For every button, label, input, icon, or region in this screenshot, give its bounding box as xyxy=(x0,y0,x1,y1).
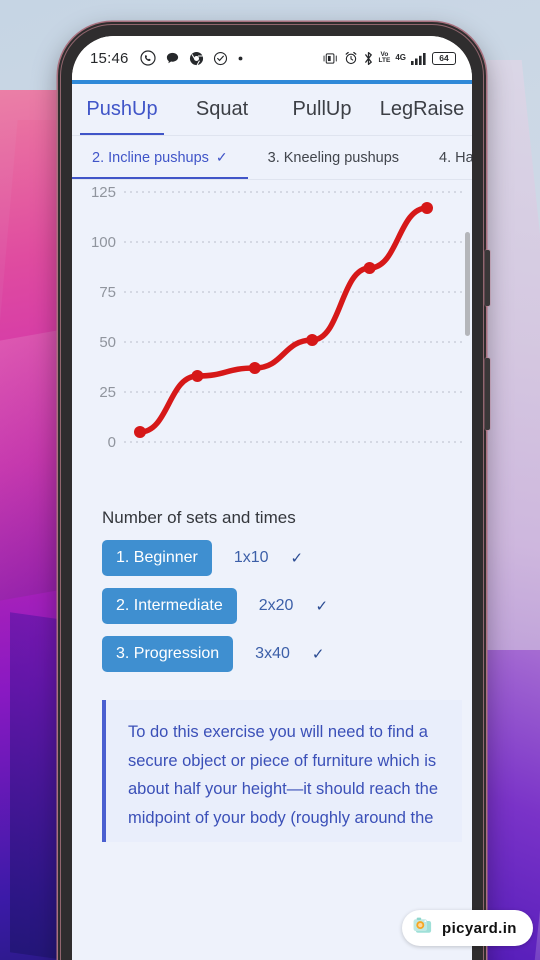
alarm-icon xyxy=(344,51,358,65)
chart-y-tick-label: 0 xyxy=(108,434,116,451)
camera-icon xyxy=(412,917,434,940)
tab-pushup[interactable]: PushUp xyxy=(72,84,172,135)
chart-y-axis-labels: 0 25 50 75 100 125 xyxy=(91,184,116,451)
chart-data-point[interactable] xyxy=(421,202,433,214)
power-button[interactable] xyxy=(485,358,490,430)
subtab-half-pushups-label: 4. Half pus xyxy=(439,149,472,166)
set-check-icon-intermediate: ✓ xyxy=(315,598,329,615)
phone-screen: 15:46 Vo LTE 4G 64 PushUp Squat PullUp L… xyxy=(72,36,472,960)
signal-bars-icon xyxy=(411,52,427,65)
chart-data-point[interactable] xyxy=(134,426,146,438)
chart-data-point[interactable] xyxy=(191,370,204,382)
dot-icon xyxy=(237,55,244,62)
tab-legraise-label: LegRaise xyxy=(379,98,465,120)
watermark-label: picyard.in xyxy=(442,919,517,937)
subtab-kneeling-pushups-label: 3. Kneeling pushups xyxy=(267,149,400,166)
set-value-intermediate: 2x20 xyxy=(258,597,294,614)
subtab-half-pushups[interactable]: 4. Half pus xyxy=(419,136,472,179)
sets-section-title: Number of sets and times xyxy=(102,508,296,527)
set-value-progression: 3x40 xyxy=(255,645,290,662)
volte-label-bottom: LTE xyxy=(378,57,391,64)
battery-icon: 64 xyxy=(432,51,456,65)
volume-button[interactable] xyxy=(485,250,490,306)
chart-y-tick-label: 100 xyxy=(91,234,116,251)
subtab-incline-pushups-label: 2. Incline pushups xyxy=(92,149,209,166)
set-check-icon-beginner: ✓ xyxy=(290,550,304,567)
subtab-incline-pushups[interactable]: 2. Incline pushups ✓ xyxy=(72,136,248,179)
set-row-progression: 3. Progression 3x40 ✓ xyxy=(72,624,472,672)
main-tab-bar: PushUp Squat PullUp LegRaise xyxy=(72,84,472,136)
chart-data-point[interactable] xyxy=(248,362,261,374)
chart-data-point[interactable] xyxy=(363,262,376,274)
whatsapp-icon xyxy=(139,50,156,66)
chrome-icon xyxy=(189,51,204,66)
progress-chart-svg: 0 25 50 75 100 125 xyxy=(91,184,464,451)
network-4g-icon: 4G xyxy=(395,53,406,62)
picyard-watermark: picyard.in xyxy=(402,910,533,946)
set-chip-intermediate[interactable]: 2. Intermediate xyxy=(102,588,237,624)
exercise-description-text: To do this exercise you will need to fin… xyxy=(128,723,439,827)
tab-pullup[interactable]: PullUp xyxy=(272,84,372,135)
chart-data-point[interactable] xyxy=(306,334,319,346)
progress-chart: 0 25 50 75 100 125 xyxy=(72,180,472,480)
message-icon xyxy=(165,51,180,66)
set-value-beginner: 1x10 xyxy=(233,549,269,566)
status-bar: 15:46 Vo LTE 4G 64 xyxy=(72,36,472,80)
subtab-incline-pushups-check-icon: ✓ xyxy=(215,149,228,165)
tab-squat-label: Squat xyxy=(195,98,249,120)
chart-gridlines xyxy=(124,191,464,443)
exercise-description-callout: To do this exercise you will need to fin… xyxy=(102,700,462,842)
app-container: PushUp Squat PullUp LegRaise 2. Incline … xyxy=(72,80,472,960)
tab-pullup-label: PullUp xyxy=(292,98,352,120)
scroll-content: 0 25 50 75 100 125 Number of sets and times 1… xyxy=(72,180,472,960)
status-bar-clock: 15:46 xyxy=(90,49,129,67)
chart-data-points xyxy=(134,202,433,438)
exercise-tab-bar[interactable]: 2. Incline pushups ✓ 3. Kneeling pushups… xyxy=(72,136,472,180)
chart-y-tick-label: 75 xyxy=(99,284,116,301)
set-chip-progression[interactable]: 3. Progression xyxy=(102,636,234,672)
bluetooth-icon xyxy=(363,51,374,66)
status-bar-notification-icons xyxy=(139,50,244,66)
content-scrollbar[interactable] xyxy=(465,232,470,336)
subtab-kneeling-pushups[interactable]: 3. Kneeling pushups xyxy=(248,136,419,179)
status-bar-system-icons: Vo LTE 4G 64 xyxy=(322,51,456,66)
volte-icon: Vo LTE xyxy=(378,51,391,65)
vibrate-icon xyxy=(322,52,339,65)
clock-check-icon xyxy=(213,51,228,66)
tab-squat[interactable]: Squat xyxy=(172,84,272,135)
chart-y-tick-label: 25 xyxy=(99,384,116,401)
chart-y-tick-label: 125 xyxy=(91,184,116,201)
phone-mockup-frame: 15:46 Vo LTE 4G 64 PushUp Squat PullUp L… xyxy=(58,22,490,960)
chart-y-tick-label: 50 xyxy=(99,334,116,351)
set-chip-beginner[interactable]: 1. Beginner xyxy=(102,540,212,576)
set-check-icon-progression: ✓ xyxy=(311,646,325,663)
tab-pushup-label: PushUp xyxy=(86,98,158,120)
set-row-beginner: 1. Beginner 1x10 ✓ xyxy=(72,528,472,576)
tab-legraise[interactable]: LegRaise xyxy=(372,84,472,135)
set-row-intermediate: 2. Intermediate 2x20 ✓ xyxy=(72,576,472,624)
